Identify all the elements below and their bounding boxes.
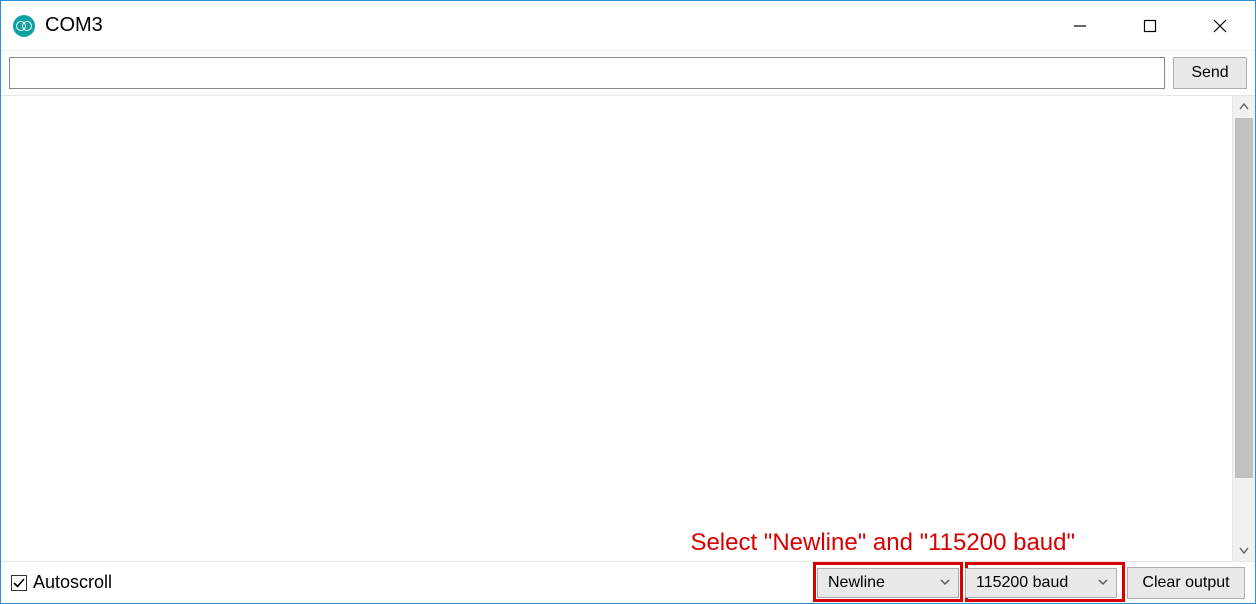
arduino-icon — [13, 15, 35, 37]
minimize-icon — [1073, 19, 1087, 33]
send-button-label: Send — [1191, 64, 1228, 82]
close-icon — [1213, 19, 1227, 33]
titlebar: COM3 — [1, 1, 1255, 51]
line-ending-select[interactable]: Newline — [817, 568, 959, 598]
baud-rate-value: 115200 baud — [976, 574, 1086, 592]
autoscroll-toggle[interactable]: Autoscroll — [11, 572, 112, 593]
output-area: Select "Newline" and "115200 baud" — [1, 96, 1255, 561]
baud-rate-select[interactable]: 115200 baud — [965, 568, 1117, 598]
chevron-down-icon — [1098, 574, 1108, 592]
window-controls — [1045, 1, 1255, 50]
scrollbar-thumb[interactable] — [1235, 118, 1253, 478]
scroll-down-icon[interactable] — [1233, 539, 1255, 561]
autoscroll-checkbox[interactable] — [11, 575, 27, 591]
minimize-button[interactable] — [1045, 1, 1115, 50]
window-title: COM3 — [45, 14, 103, 37]
close-button[interactable] — [1185, 1, 1255, 50]
clear-output-label: Clear output — [1142, 574, 1229, 592]
bottom-bar: Autoscroll Newline 115200 baud Clear out… — [1, 561, 1255, 603]
serial-output[interactable] — [1, 96, 1233, 561]
vertical-scrollbar[interactable] — [1233, 96, 1255, 561]
chevron-down-icon — [940, 574, 950, 592]
scroll-up-icon[interactable] — [1233, 96, 1255, 118]
maximize-icon — [1143, 19, 1157, 33]
line-ending-value: Newline — [828, 574, 928, 592]
send-button[interactable]: Send — [1173, 57, 1247, 89]
serial-input[interactable] — [9, 57, 1165, 89]
autoscroll-label: Autoscroll — [33, 572, 112, 593]
serial-monitor-window: COM3 Send — [0, 0, 1256, 604]
clear-output-button[interactable]: Clear output — [1127, 567, 1245, 599]
annotation-text: Select "Newline" and "115200 baud" — [690, 529, 1075, 557]
maximize-button[interactable] — [1115, 1, 1185, 50]
checkmark-icon — [13, 577, 25, 589]
send-row: Send — [1, 51, 1255, 96]
